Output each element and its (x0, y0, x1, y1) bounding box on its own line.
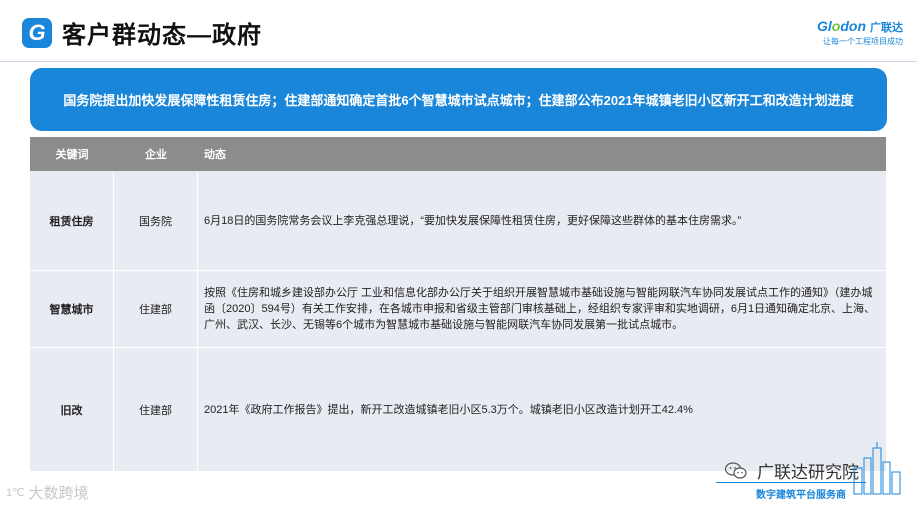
brand-cn: 广联达 (870, 22, 903, 34)
watermark: 1℃ 大数跨境 (6, 482, 89, 503)
news-table: 关键词 企业 动态 租赁住房 国务院 6月18日的国务院常务会议上李克强总理说，… (30, 137, 886, 472)
header-company: 企业 (145, 149, 167, 161)
table-row: 租赁住房 国务院 6月18日的国务院常务会议上李克强总理说，“要加快发展保障性租… (30, 171, 886, 271)
header-news: 动态 (204, 149, 226, 161)
header-divider (0, 61, 917, 62)
row-keyword: 旧改 (30, 348, 114, 471)
row-keyword: 租赁住房 (30, 171, 114, 270)
table-header: 关键词 企业 动态 (30, 137, 886, 171)
row-company: 住建部 (114, 348, 198, 471)
row-company: 住建部 (114, 271, 198, 347)
glodon-logo-icon: G (22, 18, 52, 48)
skyline-icon (853, 442, 901, 495)
wechat-account-name: 广联达研究院 (757, 463, 859, 482)
watermark-mark: 1℃ (6, 487, 25, 499)
row-news: 6月18日的国务院常务会议上李克强总理说，“要加快发展保障性租赁住房，更好保障这… (204, 214, 742, 227)
row-news: 按照《住房和城乡建设部办公厅 工业和信息化部办公厅关于组织开展智慧城市基础设施与… (204, 287, 876, 331)
header-keyword: 关键词 (55, 149, 89, 161)
brand-slogan: 让每一个工程项目成功 (823, 37, 903, 46)
page-title: 客户群动态—政府 (62, 22, 262, 49)
table-row: 智慧城市 住建部 按照《住房和城乡建设部办公厅 工业和信息化部办公厅关于组织开展… (30, 271, 886, 348)
row-keyword: 智慧城市 (30, 271, 114, 347)
row-news: 2021年《政府工作报告》提出，新开工改造城镇老旧小区5.3万个。城镇老旧小区改… (204, 403, 693, 416)
brand-logo: Glodon 广联达 让每一个工程项目成功 (817, 18, 903, 47)
summary-banner: 国务院提出加快发展保障性租赁住房；住建部通知确定首批6个智慧城市试点城市；住建部… (30, 68, 887, 131)
row-company: 国务院 (114, 171, 198, 270)
header: G 客户群动态—政府 Glodon 广联达 让每一个工程项目成功 (0, 0, 917, 62)
summary-text: 国务院提出加快发展保障性租赁住房；住建部通知确定首批6个智慧城市试点城市；住建部… (63, 93, 854, 108)
table-row: 旧改 住建部 2021年《政府工作报告》提出，新开工改造城镇老旧小区5.3万个。… (30, 348, 886, 472)
watermark-text: 大数跨境 (28, 485, 89, 502)
wechat-icon (725, 461, 747, 479)
brand-name: Glodon 广联达 (817, 18, 903, 34)
wechat-account: 广联达研究院 (725, 458, 859, 483)
